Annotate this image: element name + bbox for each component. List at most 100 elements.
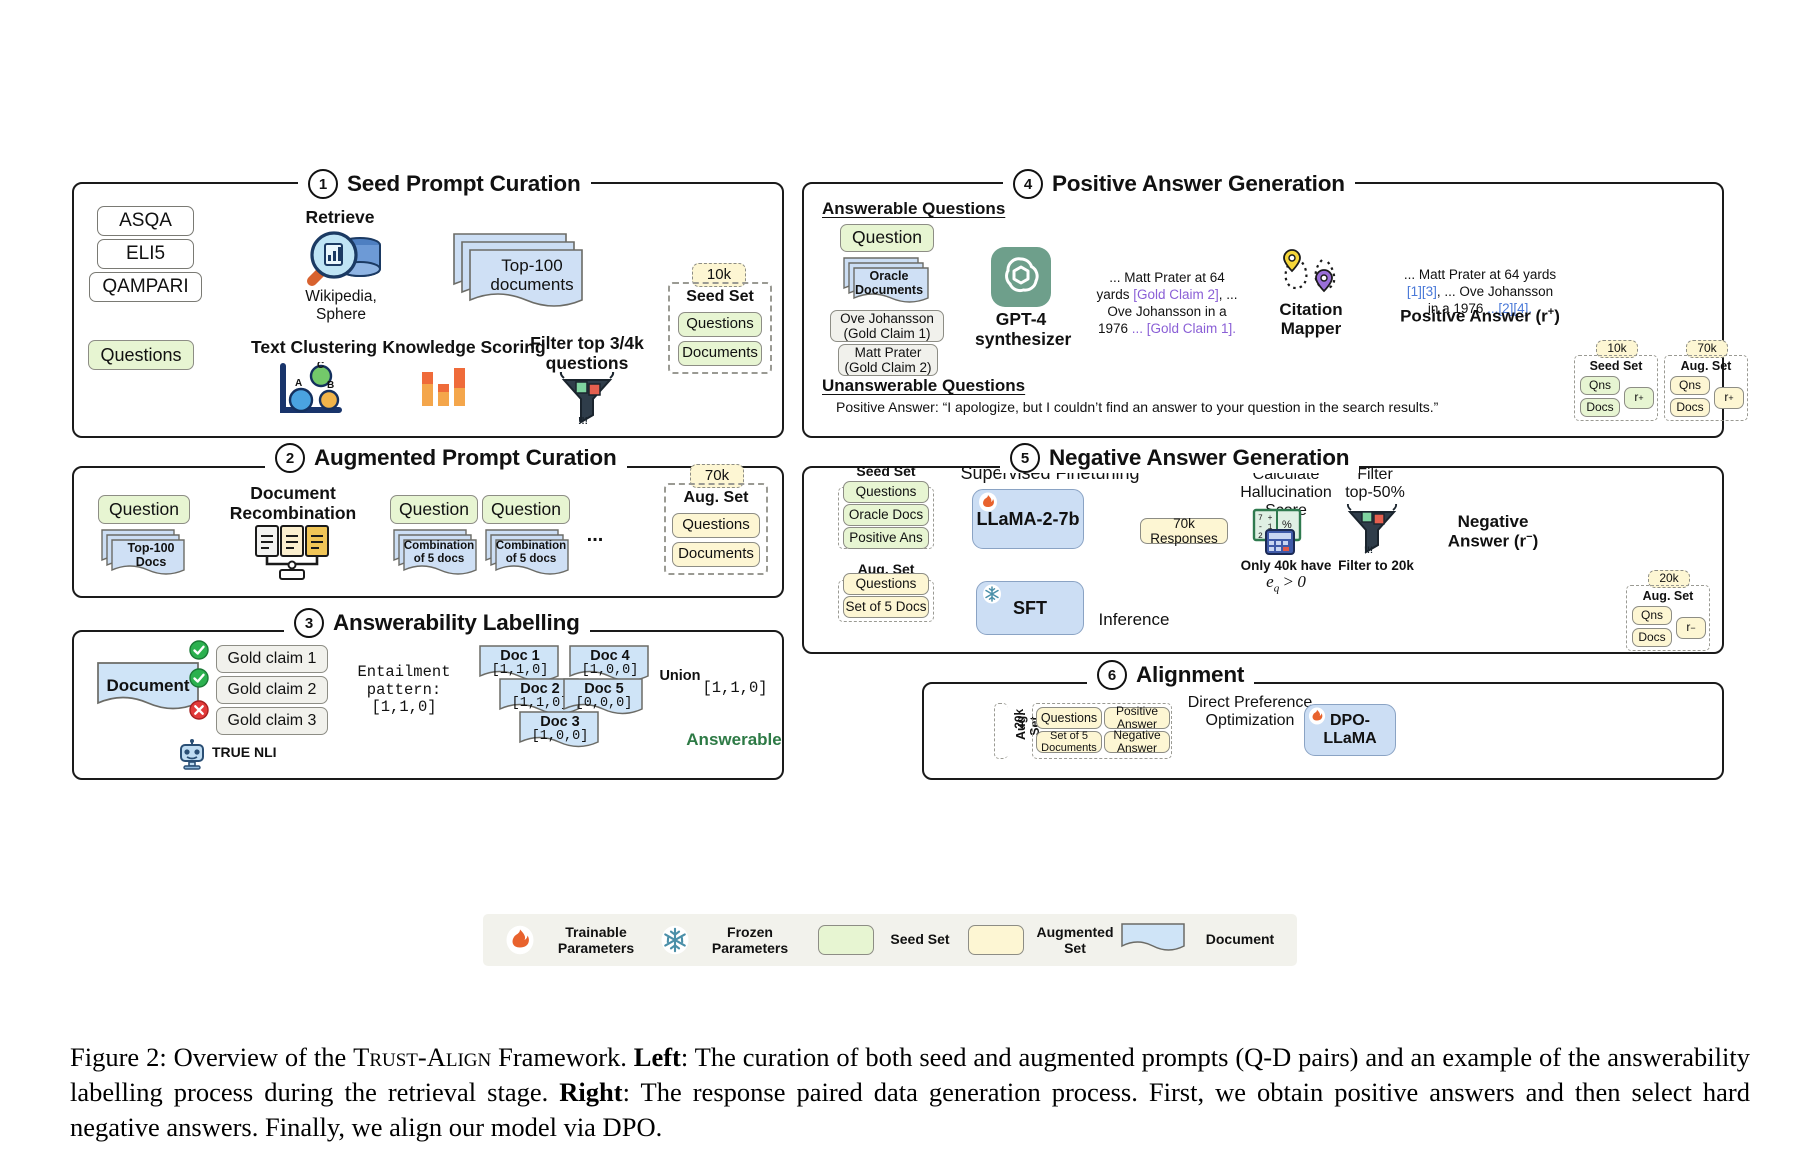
seed-badge-label-p1: 10k <box>706 265 732 283</box>
question-box-p4[interactable]: Question <box>840 224 934 252</box>
seed-item-questions-p1[interactable]: Questions <box>678 312 762 337</box>
answerable-label: Answerable <box>686 730 782 749</box>
top100-docs-label-p2: Top-100 Docs <box>127 541 175 570</box>
text-clustering-icon: A C B <box>280 362 342 413</box>
legend-label-augmented: Augmented Set <box>1036 924 1114 956</box>
seed-r-sup-p4: + <box>1638 392 1644 403</box>
out-item-r-p5[interactable]: r − <box>1676 617 1706 639</box>
calculator-icon: 7 + - 1 2 % <box>1252 508 1302 555</box>
doc-4-name: Doc 4 <box>590 648 630 664</box>
alignment-item-negative-answer[interactable]: Negative Answer <box>1104 728 1170 755</box>
aug-item-qns-p4[interactable]: Qns <box>1670 376 1710 395</box>
seed-badge-label-p4: 10k <box>1607 341 1627 356</box>
legend-label-seed: Seed Set <box>890 931 950 947</box>
gold-claim-2[interactable]: Gold claim 2 <box>216 676 328 704</box>
responses-box[interactable]: 70k Responses <box>1140 516 1228 546</box>
svg-text:C: C <box>317 362 324 371</box>
seed-item-documents-p1[interactable]: Documents <box>678 341 762 366</box>
aug-item-documents-p2[interactable]: Documents <box>672 542 760 567</box>
svg-text:A: A <box>295 378 302 389</box>
filter-icon-p1: !!! <box>559 372 615 426</box>
out-item-qns-label-p5: Qns <box>1640 607 1663 622</box>
question-label-p4: Question <box>851 227 923 248</box>
out-item-docs-label-p5: Docs <box>1638 629 1666 644</box>
caption-text-2: Framework. <box>491 1042 634 1072</box>
question-b-label-p2: Question <box>490 498 562 519</box>
question-box-a-p2[interactable]: Question <box>390 495 478 524</box>
out-r-sup-p5: − <box>1690 622 1696 633</box>
out-item-qns-p5[interactable]: Qns <box>1632 606 1672 625</box>
seed-item-docs-p4[interactable]: Docs <box>1580 398 1620 417</box>
seed-item-positive-ans-label-p5: Positive Ans <box>849 530 923 546</box>
dataset-eli5[interactable]: ELI5 <box>97 239 194 269</box>
alignment-item-documents[interactable]: Set of 5 Documents <box>1036 730 1102 754</box>
aug-item-5docs-p5[interactable]: Set of 5 Docs <box>843 596 929 618</box>
dataset-qampari[interactable]: QAMPARI <box>89 272 202 302</box>
panel1-number: 1 <box>308 169 338 199</box>
questions-label-p1: Questions <box>100 344 182 365</box>
gold-claim-3[interactable]: Gold claim 3 <box>216 707 328 735</box>
retrieve-icon <box>307 231 381 286</box>
aug-item-r-p4[interactable]: r + <box>1714 387 1744 409</box>
flame-icon-dpo <box>1308 707 1326 725</box>
seed-set-title-p5: Seed Set <box>856 463 916 479</box>
doc-5-pattern: [0,0,0] <box>575 696 633 711</box>
flame-icon-llama <box>979 492 997 512</box>
citation-mapper-label: Citation Mapper <box>1279 300 1343 339</box>
seed-item-qns-p4[interactable]: Qns <box>1580 376 1620 395</box>
panel6-label: Alignment <box>1136 662 1245 687</box>
aug-item-documents-label-p2: Documents <box>678 545 754 563</box>
aug-item-questions-p5[interactable]: Questions <box>843 573 929 595</box>
panel4-label: Positive Answer Generation <box>1052 171 1345 196</box>
aug-set-title-p2: Aug. Set <box>683 489 749 506</box>
knowledge-scoring-icon <box>422 368 465 406</box>
caption-text-1: Overview of the <box>166 1042 354 1072</box>
aug-item-qns-label-p4: Qns <box>1678 377 1701 392</box>
gold-claim-1-label-p4: Ove Johansson (Gold Claim 1) <box>840 310 934 341</box>
question-box-p2[interactable]: Question <box>98 495 190 524</box>
synthesized-text: ... Matt Prater at 64 yards [Gold Claim … <box>1092 253 1242 337</box>
doc-1-name: Doc 1 <box>500 648 540 664</box>
entailment-pattern-label: Entailment pattern: [1,1,0] <box>357 663 451 716</box>
seed-item-positive-ans-p5[interactable]: Positive Ans <box>843 527 929 549</box>
dpo-label: Direct Preference Optimization <box>1187 694 1313 730</box>
gold-claim-1-box-p4[interactable]: Ove Johansson (Gold Claim 1) <box>830 310 944 342</box>
check-icon-2 <box>189 668 209 688</box>
robot-icon <box>180 739 204 770</box>
question-box-b-p2[interactable]: Question <box>482 495 570 524</box>
legend-swatch-seed <box>818 925 874 955</box>
panel3-number: 3 <box>294 608 324 638</box>
seed-item-questions-p5[interactable]: Questions <box>843 481 929 503</box>
positive-answer-label: Positive Answer (r <box>1400 306 1548 326</box>
negative-answer-label: Negative Answer (r <box>1447 512 1529 551</box>
panel4-number: 4 <box>1013 169 1043 199</box>
panel5-label: Negative Answer Generation <box>1049 445 1350 470</box>
aug-item-questions-p2[interactable]: Questions <box>672 513 760 538</box>
figure-caption: Figure 2: Overview of the Trust-Align Fr… <box>70 1040 1750 1146</box>
seed-item-oracle-docs-p5[interactable]: Oracle Docs <box>843 504 929 526</box>
aug-item-questions-label-p2: Questions <box>682 516 750 534</box>
question-a-label-p2: Question <box>398 498 470 519</box>
seed-item-oracle-docs-label-p5: Oracle Docs <box>848 507 924 523</box>
questions-box-p1[interactable]: Questions <box>88 340 194 370</box>
alignment-item-questions[interactable]: Questions <box>1036 707 1102 729</box>
aug-item-docs-p4[interactable]: Docs <box>1670 398 1710 417</box>
question-label-p2: Question <box>108 498 180 519</box>
out-item-docs-p5[interactable]: Docs <box>1632 628 1672 647</box>
doc-5-name: Doc 5 <box>584 681 624 697</box>
seed-item-questions-label-p1: Questions <box>686 315 754 333</box>
gold-claim-2-box-p4[interactable]: Matt Prater (Gold Claim 2) <box>838 344 938 376</box>
alignment-item-questions-label: Questions <box>1040 711 1098 725</box>
unanswerable-questions-heading: Unanswerable Questions <box>822 376 1026 395</box>
seed-item-r-p4[interactable]: r + <box>1624 387 1654 409</box>
alignment-item-positive-answer[interactable]: Positive Answer <box>1104 704 1170 731</box>
gold-claim-1[interactable]: Gold claim 1 <box>216 645 328 673</box>
dpo-llama-label: DPO- LLaMA <box>1323 711 1377 747</box>
sft-model-label: SFT <box>1013 597 1047 618</box>
dataset-asqa[interactable]: ASQA <box>97 206 194 236</box>
gold-claim-2-label: Gold claim 2 <box>227 681 317 699</box>
unanswerable-text: Positive Answer: “I apologize, but I cou… <box>836 399 1439 415</box>
panel3-title: 3 Answerability Labelling <box>284 608 590 638</box>
retrieve-label: Retrieve <box>305 207 375 227</box>
aug-badge-label-p4: 70k <box>1697 341 1717 356</box>
